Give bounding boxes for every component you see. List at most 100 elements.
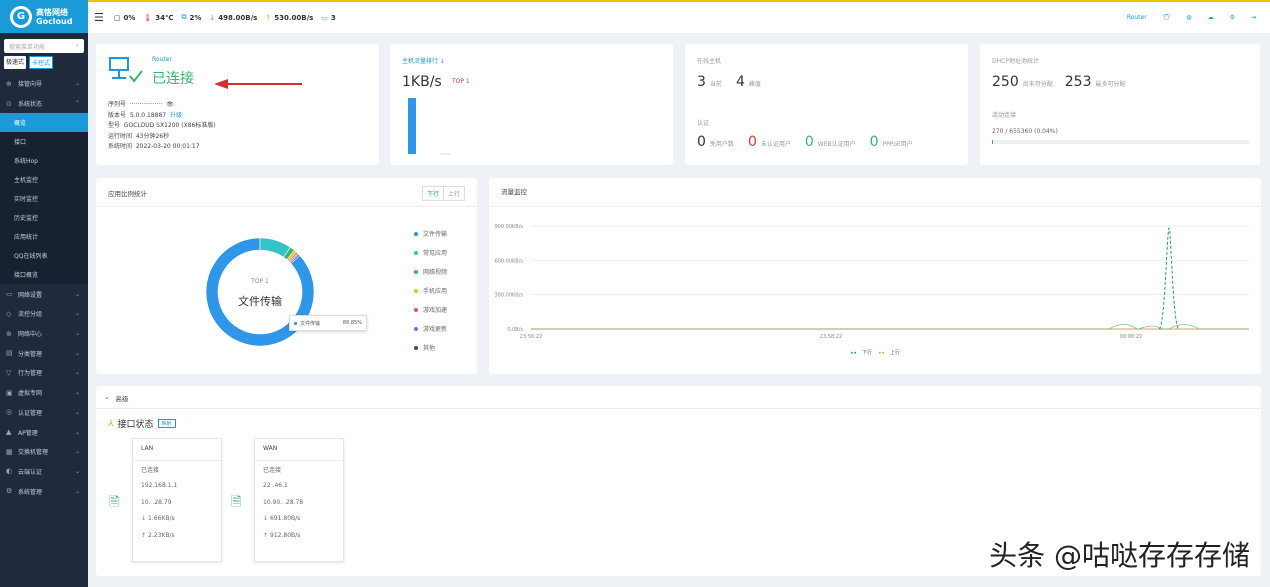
legend-label: 游戏加速 bbox=[423, 307, 448, 314]
x-tick-label: 00:00:22 bbox=[1120, 334, 1142, 340]
sidebar-subitem[interactable]: 主机监控 bbox=[0, 170, 88, 190]
lan-ip2: 10. .28.79 bbox=[141, 498, 172, 506]
upload-rate: 530.00B/s bbox=[274, 13, 314, 22]
cpu-usage: 0% bbox=[123, 13, 136, 22]
cpu-icon: ▢ bbox=[113, 13, 121, 22]
lan-up-icon: ↑ bbox=[141, 531, 147, 539]
legend-label: 游戏更新 bbox=[423, 326, 448, 333]
cloud-icon[interactable]: ☁︎ bbox=[1208, 14, 1214, 21]
settings-icon[interactable]: ⚙ bbox=[1230, 14, 1235, 21]
sidebar-item-4[interactable]: ⊕ 网络中心 ⌄ bbox=[0, 324, 88, 344]
sidebar-item-icon: ▲ bbox=[6, 428, 12, 437]
legend-up-label[interactable]: 上行 bbox=[890, 349, 900, 356]
dhcp-total-label: 最多可分配 bbox=[1095, 81, 1126, 88]
legend-item[interactable]: 常见应用 bbox=[414, 243, 447, 262]
download-rate: 498.00B/s bbox=[218, 13, 258, 22]
legend-item[interactable]: 游戏更新 bbox=[414, 319, 447, 338]
sidebar-subitem[interactable]: 应用统计 bbox=[0, 227, 88, 247]
brand-logo[interactable]: G 高恪网络 Gocloud bbox=[0, 0, 88, 33]
tab-uplink[interactable]: 上行 bbox=[444, 187, 464, 200]
shirt-icon[interactable]: 👕︎ bbox=[1163, 14, 1171, 21]
sidebar-item-label: 接管向导 bbox=[18, 81, 43, 89]
sidebar-subitem[interactable]: QQ在线列表 bbox=[0, 246, 88, 266]
sidebar-item-11[interactable]: ◐ 云端认证 ⌄ bbox=[0, 462, 88, 482]
sidebar-item-12[interactable]: ⚙ 系统管理 ⌄ bbox=[0, 481, 88, 501]
chevron-down-icon: ⌄ bbox=[74, 349, 80, 357]
sidebar-subitem[interactable]: 实时监控 bbox=[0, 189, 88, 209]
lan-title: LAN bbox=[133, 439, 221, 461]
serial-value: ················· bbox=[129, 101, 163, 108]
legend-item[interactable]: 文件传输 bbox=[414, 224, 447, 243]
x-tick-label: 23:58:22 bbox=[820, 334, 842, 340]
top-bar: ☰ ▢ 0% 🌡︎ 34℃ ⧉ 2% ↓ 498.00B/s ↑ 530.00B/s ▭ 3… bbox=[88, 0, 1270, 33]
traffic-top-badge: TOP 1 bbox=[452, 78, 470, 85]
chevron-up-icon: ⌃ bbox=[74, 100, 80, 108]
legend-label: 手机应用 bbox=[423, 288, 448, 295]
wan-interface-card[interactable]: WAN 已连接 22 .46.1 10.90. .28.78 ↓ 691.80B/… bbox=[254, 438, 344, 562]
eye-icon[interactable]: 👁︎ bbox=[166, 101, 174, 108]
app-donut-chart bbox=[205, 237, 315, 347]
sidebar-item-7[interactable]: ▣ 虚拟专网 ⌄ bbox=[0, 383, 88, 403]
interface-tag[interactable]: 映射 bbox=[157, 419, 176, 428]
sidebar-item-label: 系统状态 bbox=[18, 101, 43, 109]
legend-item[interactable]: 游戏加速 bbox=[414, 300, 447, 319]
logout-icon[interactable]: ⇥ bbox=[1251, 14, 1256, 21]
sidebar-item-6[interactable]: ▽ 行为管理 ⌄ bbox=[0, 363, 88, 383]
sidebar-subitem[interactable]: 历史监控 bbox=[0, 208, 88, 228]
sidebar-nav: ⊕ 接管向导 ⌄ ⊙ 系统状态 ⌃ 概览 接口 系统Hop 主机监控 实时监控 历史监控 应用统计 QQ在… bbox=[0, 74, 88, 501]
legend-dot bbox=[414, 307, 418, 312]
lan-interface-card[interactable]: LAN 已连接 192.168.1.1 10. .28.79 ↓ 1.66KB/s… bbox=[132, 438, 222, 562]
chevron-down-icon: ⌄ bbox=[74, 369, 80, 377]
y-tick-label: 600.00KB/s bbox=[495, 258, 524, 264]
sidebar-subitem[interactable]: 系统Hop bbox=[0, 151, 88, 171]
legend-item[interactable]: 手机应用 bbox=[414, 281, 447, 300]
legend-item[interactable]: 其他 bbox=[414, 338, 447, 357]
sidebar-item-8[interactable]: ◎ 认证管理 ⌄ bbox=[0, 403, 88, 423]
traffic-monitor-card: 流量监控 900.00KB/s 600.00KB/s 300.00KB/s 0.0B/… bbox=[489, 178, 1261, 374]
auth-title: 认证 bbox=[697, 120, 710, 127]
online-current: 3 bbox=[697, 74, 706, 90]
sidebar-item-2[interactable]: ▭ 网络设置 ⌄ bbox=[0, 284, 88, 304]
legend-down-label[interactable]: 下行 bbox=[862, 349, 872, 356]
sidebar-item-5[interactable]: ▤ 分类管理 ⌄ bbox=[0, 343, 88, 363]
upload-arrow-icon: ↑ bbox=[265, 13, 272, 22]
sidebar-subitem[interactable]: 接口概览 bbox=[0, 265, 88, 285]
upgrade-link[interactable]: 升级 bbox=[170, 112, 182, 119]
router-info: 序列号 ················· 👁︎ 版本号 5.0.0.18887… bbox=[108, 100, 216, 153]
legend-dot bbox=[414, 345, 418, 350]
globe-icon[interactable]: ◍ bbox=[1186, 14, 1191, 21]
sidebar-item-3[interactable]: ◇ 流控分组 ⌄ bbox=[0, 304, 88, 324]
advanced-header[interactable]: ⌄ 高级 bbox=[104, 393, 128, 403]
sidebar-item-icon: ▭ bbox=[6, 290, 13, 299]
y-tick-label: 0.0B/s bbox=[507, 327, 523, 333]
menu-search-input[interactable]: 搜索菜单功能 ⌕ bbox=[4, 39, 84, 53]
download-arrow-icon: ↓ bbox=[209, 13, 216, 22]
mode-control[interactable]: 卡控式 bbox=[29, 56, 54, 69]
sidebar-item-icon: ▦ bbox=[6, 447, 13, 456]
router-icon bbox=[109, 57, 143, 83]
sidebar-item-9[interactable]: ▲ AP管理 ⌄ bbox=[0, 422, 88, 442]
sidebar-item-icon: ⊕ bbox=[6, 79, 12, 88]
sidebar-item-1[interactable]: ⊙ 系统状态 ⌃ bbox=[0, 94, 88, 114]
wan-title: WAN bbox=[255, 439, 343, 461]
chevron-down-icon: ⌄ bbox=[74, 448, 80, 456]
sidebar-subitem[interactable]: 概览 bbox=[0, 113, 88, 133]
router-name[interactable]: Router bbox=[1127, 14, 1147, 21]
sidebar-subitem[interactable]: 接口 bbox=[0, 132, 88, 152]
flow-title: 流量监控 bbox=[501, 188, 527, 196]
app-ratio-card: 应用比例统计 下行 上行 TOP 1 文件传输 文件传输 86.85% 文件传输… bbox=[96, 178, 477, 374]
collapse-chevron-icon[interactable]: ⌄ bbox=[104, 393, 109, 403]
dhcp-pool-card: DHCP地址池统计 250 尚未可分配 253 最多可分配 活动连接 270 / 6… bbox=[980, 44, 1260, 165]
thermometer-icon: 🌡︎ bbox=[143, 13, 153, 22]
serial-label: 序列号 bbox=[108, 101, 127, 108]
tab-downlink[interactable]: 下行 bbox=[423, 187, 444, 200]
mode-fast[interactable]: 极速式 bbox=[4, 56, 27, 69]
traffic-title[interactable]: 主机流量排行 ↓ bbox=[402, 56, 445, 65]
sidebar-item-0[interactable]: ⊕ 接管向导 ⌄ bbox=[0, 74, 88, 94]
auth-count: 0 bbox=[804, 134, 814, 150]
menu-toggle-icon[interactable]: ☰ bbox=[94, 11, 104, 24]
sidebar-item-label: 系统管理 bbox=[18, 488, 43, 496]
auth-count: 0 bbox=[869, 134, 879, 150]
sidebar-item-10[interactable]: ▦ 交换机管理 ⌄ bbox=[0, 442, 88, 462]
legend-item[interactable]: 网络视频 bbox=[414, 262, 447, 281]
